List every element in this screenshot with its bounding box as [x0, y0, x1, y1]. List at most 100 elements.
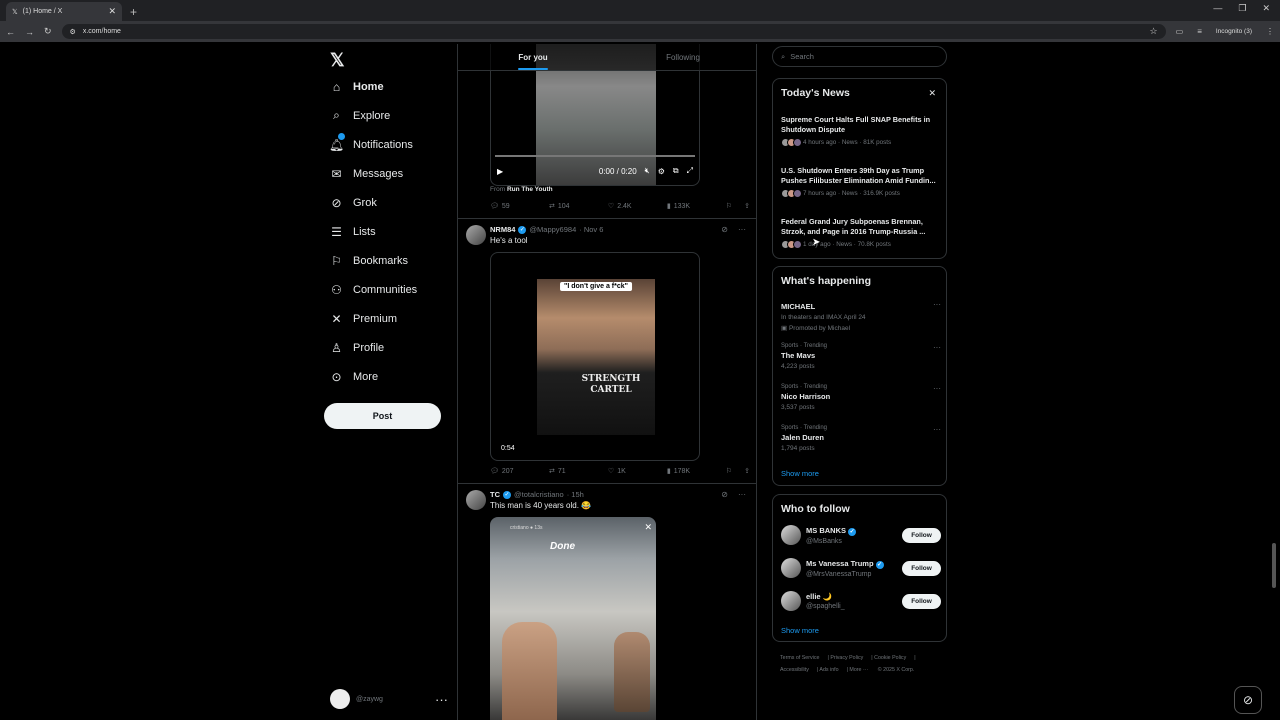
- video-player[interactable]: "I don't give a f*ck" STRENGTH CARTEL 0:…: [490, 252, 700, 461]
- news-item[interactable]: Supreme Court Halts Full SNAP Benefits i…: [781, 115, 941, 147]
- nav-grok[interactable]: ⊘ Grok: [330, 196, 376, 210]
- nav-home[interactable]: ⌂ Home: [330, 80, 384, 94]
- footer-link[interactable]: Cookie Policy: [874, 655, 906, 661]
- nav-messages[interactable]: ✉ Messages: [330, 167, 403, 181]
- bookmark-star-icon[interactable]: ☆: [1150, 26, 1158, 37]
- post-image[interactable]: cristiano ● 13s ✕ Done: [490, 517, 656, 720]
- bookmark-icon[interactable]: ⚐: [726, 202, 732, 210]
- more-dots-icon[interactable]: ···: [933, 425, 941, 434]
- who-to-follow-card: Who to follow MS BANKS ✓ @MsBanks Follow…: [772, 494, 947, 642]
- nav-profile[interactable]: ♙ Profile: [330, 341, 384, 355]
- like-button[interactable]: ♡ 2.4K: [608, 202, 667, 211]
- footer-link[interactable]: Privacy Policy: [830, 655, 863, 661]
- repost-button[interactable]: ⇄ 104: [549, 202, 608, 211]
- tweet-menu: ⊘ ···: [721, 490, 746, 499]
- scrollbar-thumb[interactable]: [1272, 543, 1276, 588]
- x-logo-icon[interactable]: 𝕏: [330, 50, 345, 71]
- show-more-link[interactable]: Show more: [781, 626, 819, 635]
- author-handle[interactable]: @totalcristiano: [514, 490, 564, 499]
- window-close-icon[interactable]: ✕: [1262, 3, 1270, 14]
- follow-suggestion[interactable]: MS BANKS ✓ @MsBanks Follow: [781, 525, 941, 545]
- tab-close-icon[interactable]: ✕: [108, 6, 116, 17]
- follow-button[interactable]: Follow: [902, 560, 941, 576]
- footer-link[interactable]: Ads info: [819, 667, 838, 673]
- reply-button[interactable]: 💬︎ 207: [490, 467, 549, 476]
- play-icon[interactable]: ▶: [497, 167, 503, 176]
- trend-item[interactable]: Sports · Trending Jalen Duren 1,794 post…: [781, 425, 941, 452]
- close-icon[interactable]: ✕: [928, 88, 936, 99]
- follow-button[interactable]: Follow: [902, 527, 941, 543]
- share-icon[interactable]: ⇪: [744, 202, 750, 210]
- follow-suggestion[interactable]: ellie 🌙 @spaghelli_ Follow: [781, 591, 941, 611]
- views-button[interactable]: ▮ 178K: [667, 467, 726, 476]
- news-item[interactable]: Federal Grand Jury Subpoenas Brennan, St…: [781, 217, 941, 249]
- account-switcher[interactable]: @zaywg ···: [330, 689, 448, 709]
- reply-button[interactable]: 💬︎ 59: [490, 202, 549, 211]
- media-icon[interactable]: ≡: [1197, 27, 1202, 36]
- nav-more[interactable]: ⊙ More: [330, 370, 378, 384]
- search-input[interactable]: ⌕ Search: [772, 46, 947, 67]
- show-more-link[interactable]: Show more: [781, 469, 819, 478]
- incognito-indicator[interactable]: Incognito (3): [1216, 28, 1252, 35]
- views-button[interactable]: ▮ 133K: [667, 202, 726, 211]
- footer-link[interactable]: Terms of Service: [780, 655, 819, 661]
- more-dots-icon[interactable]: ···: [933, 384, 941, 393]
- reload-icon[interactable]: ↻: [44, 26, 52, 37]
- post-date[interactable]: · Nov 6: [579, 225, 603, 234]
- tab-for-you[interactable]: For you: [458, 44, 608, 70]
- avatar[interactable]: [466, 490, 486, 510]
- restore-icon[interactable]: ❐: [1238, 3, 1246, 14]
- trend-item[interactable]: MICHAEL In theaters and IMAX April 24 ▣ …: [781, 300, 941, 332]
- pip-icon[interactable]: ⧉: [673, 166, 679, 176]
- grok-icon[interactable]: ⊘: [721, 490, 728, 499]
- from-source-link[interactable]: Run The Youth: [507, 186, 553, 193]
- more-dots-icon[interactable]: ···: [738, 490, 746, 499]
- nav-premium[interactable]: ✕ Premium: [330, 312, 397, 326]
- view-count: 133K: [673, 202, 691, 210]
- more-dots-icon[interactable]: ···: [933, 343, 941, 352]
- browser-menu-icon[interactable]: ⋮: [1266, 27, 1274, 36]
- cast-icon[interactable]: ▭: [1176, 27, 1184, 36]
- address-bar[interactable]: ⚙ x.com/home ☆: [61, 24, 1166, 39]
- trend-item[interactable]: Sports · Trending Nico Harrison 3,537 po…: [781, 384, 941, 411]
- nav-communities[interactable]: ⚇ Communities: [330, 283, 417, 297]
- bookmark-icon[interactable]: ⚐: [726, 467, 732, 475]
- more-dots-icon[interactable]: ···: [933, 300, 941, 309]
- author-name[interactable]: TC: [490, 490, 500, 499]
- mute-icon[interactable]: 🔇︎: [645, 166, 650, 176]
- grok-icon[interactable]: ⊘: [721, 225, 728, 234]
- post-button[interactable]: Post: [324, 403, 441, 429]
- footer-link[interactable]: Accessibility: [780, 667, 809, 673]
- like-button[interactable]: ♡ 1K: [608, 467, 667, 476]
- trend-sub: 4,223 posts: [781, 363, 815, 370]
- browser-tab[interactable]: 𝕏 (1) Home / X ✕: [6, 2, 122, 21]
- site-info-icon[interactable]: ⚙: [70, 28, 76, 36]
- grok-floating-button[interactable]: ⊘: [1234, 686, 1262, 714]
- author-handle[interactable]: @Mappy6984: [529, 225, 576, 234]
- minimize-icon[interactable]: —: [1213, 3, 1222, 14]
- tab-following[interactable]: Following: [608, 44, 756, 70]
- nav-bookmarks[interactable]: ⚐ Bookmarks: [330, 254, 408, 268]
- trend-item[interactable]: Sports · Trending The Mavs 4,223 posts ·…: [781, 343, 941, 370]
- section-title: Today's News: [781, 87, 850, 99]
- settings-icon[interactable]: ⚙: [658, 167, 665, 176]
- author-name[interactable]: NRM84: [490, 225, 515, 234]
- new-tab-icon[interactable]: +: [130, 5, 137, 19]
- more-dots-icon[interactable]: ···: [738, 225, 746, 234]
- nav-notifications[interactable]: 🔔︎ Notifications: [329, 133, 413, 152]
- avatar[interactable]: [466, 225, 486, 245]
- nav-explore[interactable]: ⌕ Explore: [330, 108, 390, 122]
- back-icon[interactable]: ←: [6, 27, 15, 37]
- footer-link[interactable]: More ···: [849, 667, 868, 673]
- post-date[interactable]: · 15h: [567, 490, 584, 499]
- follow-button[interactable]: Follow: [902, 593, 941, 609]
- nav-lists[interactable]: ☰ Lists: [330, 225, 376, 239]
- forward-icon[interactable]: →: [25, 27, 34, 37]
- news-item[interactable]: U.S. Shutdown Enters 39th Day as Trump P…: [781, 166, 941, 198]
- repost-button[interactable]: ⇄ 71: [549, 467, 608, 476]
- follow-suggestion[interactable]: Ms Vanessa Trump ✓ @MrsVanessaTrump Foll…: [781, 558, 941, 578]
- share-icon[interactable]: ⇪: [744, 467, 750, 475]
- video-progress-bar[interactable]: [495, 155, 695, 157]
- grok-icon: ⊘: [1242, 693, 1254, 707]
- fullscreen-icon[interactable]: ⤢: [687, 166, 693, 176]
